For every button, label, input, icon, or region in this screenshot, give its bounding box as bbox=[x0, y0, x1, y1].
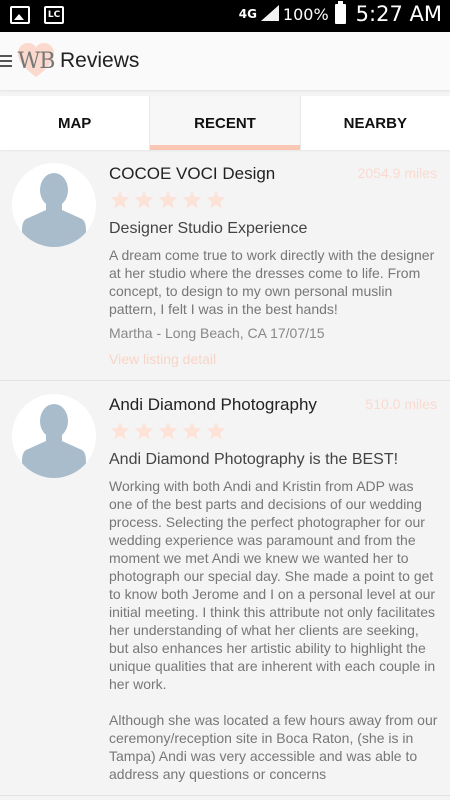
star-icon bbox=[110, 421, 130, 440]
review-title: Designer Studio Experience bbox=[109, 220, 308, 237]
menu-icon[interactable] bbox=[0, 53, 12, 69]
distance-label: 2054.9 miles bbox=[357, 165, 437, 181]
app-logo[interactable]: WB bbox=[14, 39, 58, 83]
user-silhouette-icon bbox=[22, 404, 86, 478]
tab-bar: MAP RECENT NEARBY bbox=[0, 96, 450, 150]
review-body: A dream come true to work directly with … bbox=[109, 247, 435, 317]
battery-icon bbox=[334, 1, 346, 24]
avatar bbox=[12, 163, 96, 247]
star-icon bbox=[110, 190, 130, 209]
signal-icon bbox=[260, 5, 279, 23]
star-icon bbox=[206, 421, 226, 440]
reviewer-meta: Martha - Long Beach, CA 17/07/15 bbox=[109, 325, 325, 341]
tab-nearby[interactable]: NEARBY bbox=[301, 96, 450, 150]
status-left-icons: LC bbox=[10, 6, 64, 24]
clock: 5:27 AM bbox=[355, 2, 442, 26]
tab-recent[interactable]: RECENT bbox=[149, 96, 301, 150]
star-icon bbox=[158, 421, 178, 440]
star-rating bbox=[109, 188, 438, 212]
review-body: Working with both Andi and Kristin from … bbox=[109, 478, 438, 782]
distance-label: 510.0 miles bbox=[365, 396, 437, 412]
photo-icon bbox=[10, 6, 30, 24]
user-silhouette-icon bbox=[22, 173, 86, 247]
review-list[interactable]: COCOE VOCI Design 2054.9 miles Designer … bbox=[0, 150, 450, 800]
battery-percent: 100% bbox=[282, 4, 329, 24]
review-item[interactable]: Andi Diamond Photography 510.0 miles And… bbox=[0, 381, 450, 796]
status-right: 4G 100% 5:27 AM bbox=[238, 1, 442, 26]
star-icon bbox=[182, 190, 202, 209]
network-label: 4G bbox=[238, 7, 257, 21]
review-title: Andi Diamond Photography is the BEST! bbox=[109, 451, 399, 468]
star-icon bbox=[134, 190, 154, 209]
view-listing-link[interactable]: View listing detail bbox=[109, 350, 216, 368]
star-rating bbox=[109, 419, 438, 443]
app-header: WB Reviews bbox=[0, 32, 450, 90]
avatar bbox=[12, 394, 96, 478]
status-bar: LC 4G 100% 5:27 AM bbox=[0, 0, 450, 32]
star-icon bbox=[182, 421, 202, 440]
star-icon bbox=[206, 190, 226, 209]
star-icon bbox=[134, 421, 154, 440]
star-icon bbox=[158, 190, 178, 209]
logo-text: WB bbox=[17, 48, 56, 74]
page-title: Reviews bbox=[60, 49, 140, 72]
review-item[interactable]: COCOE VOCI Design 2054.9 miles Designer … bbox=[0, 150, 450, 381]
lc-icon: LC bbox=[44, 6, 64, 24]
tab-map[interactable]: MAP bbox=[0, 96, 149, 150]
